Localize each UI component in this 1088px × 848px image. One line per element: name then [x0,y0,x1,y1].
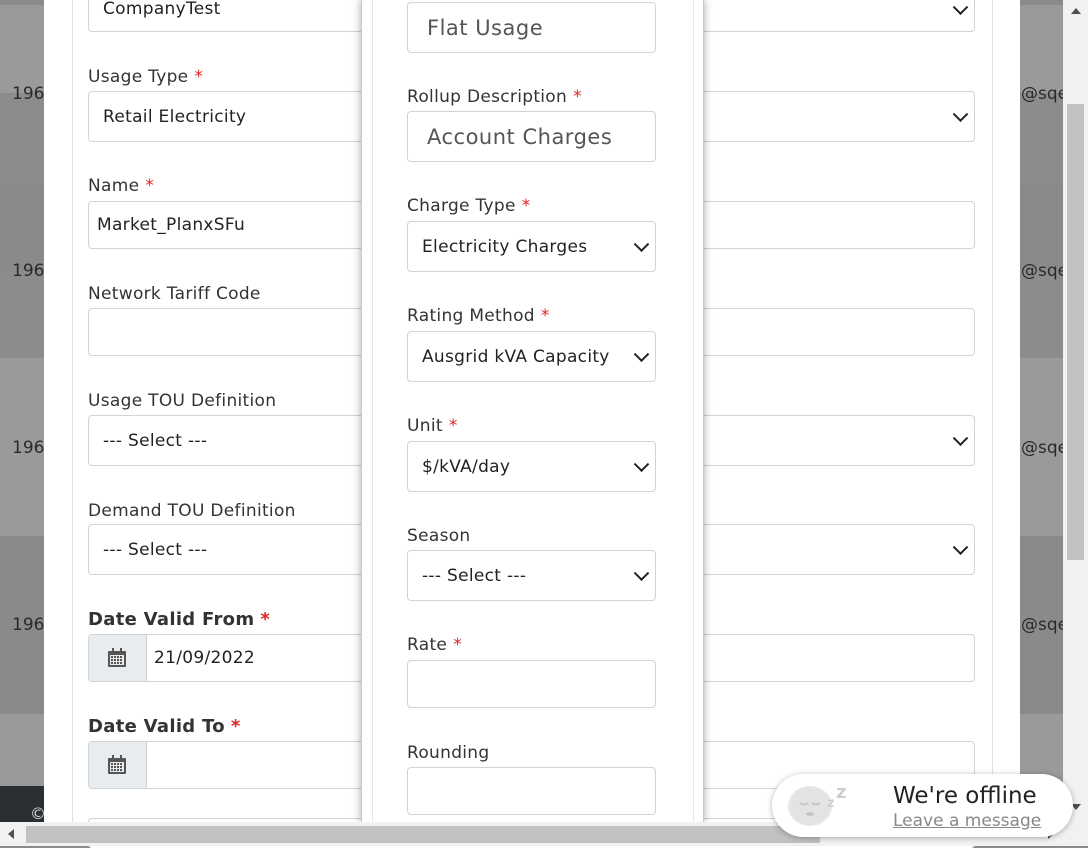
date-to-calendar-button[interactable] [89,742,147,788]
charge-modal: Flat Usage Rollup Description * Account C… [361,0,704,822]
required-marker: * [448,416,458,436]
date-to-label-text: Date Valid To [88,716,225,737]
rollup-description-value: Account Charges [427,124,613,149]
rating-method-label-text: Rating Method [407,306,535,326]
sleeping-face-icon [788,786,832,826]
demand-tou-value: --- Select --- [103,539,208,560]
rate-label: Rate * [407,635,462,655]
required-marker: * [453,635,462,655]
calendar-icon [108,755,126,774]
chevron-down-icon [633,345,650,362]
leave-message-link[interactable]: Leave a message [893,811,1041,831]
row-id-text: 196 [12,615,45,635]
required-marker: * [540,306,550,326]
season-label: Season [407,526,471,546]
chat-status-title: We're offline [893,783,1037,809]
required-marker: * [573,87,582,107]
name-label-text: Name [88,176,140,196]
charge-type-value: Electricity Charges [422,236,588,257]
row-id-text: 196 [12,84,45,104]
vertical-scrollbar-thumb[interactable] [1067,104,1084,560]
zz-icon: z [827,796,835,811]
unit-select[interactable]: $/kVA/day [407,441,656,492]
rate-input[interactable] [407,660,656,708]
scroll-up-arrow-icon[interactable] [1071,8,1081,14]
rollup-label-text: Rollup Description [407,87,568,107]
date-from-value: 21/09/2022 [154,648,255,668]
season-select[interactable]: --- Select --- [407,550,656,601]
zz-icon: z [836,782,847,803]
chevron-down-icon [633,455,650,472]
date-from-label-text: Date Valid From [88,609,255,630]
row-email-text: @sqe [1021,261,1063,281]
date-from-calendar-button[interactable] [89,635,147,681]
row-id-text: 196 [12,438,45,458]
chevron-down-icon [952,0,969,15]
rate-label-text: Rate [407,635,448,655]
flat-usage-value: Flat Usage [427,15,544,40]
usage-tou-label: Usage TOU Definition [88,391,276,411]
season-label-text: Season [407,526,471,546]
chevron-down-icon [952,105,969,122]
name-label: Name * [88,176,154,196]
rating-method-label: Rating Method * [407,306,550,326]
chevron-down-icon [952,538,969,555]
required-marker: * [145,176,155,196]
date-from-label: Date Valid From * [88,609,270,630]
chevron-down-icon [952,429,969,446]
charge-type-select[interactable]: Electricity Charges [407,221,656,272]
demand-tou-label: Demand TOU Definition [88,501,296,521]
usage-tou-value: --- Select --- [103,430,208,451]
required-marker: * [230,716,241,737]
season-value: --- Select --- [422,565,527,586]
chevron-down-icon [633,235,650,252]
sleeping-face-graphic [791,787,829,825]
rounding-label: Rounding [407,743,489,763]
name-input-value: Market_PlanxSFu [97,215,246,235]
required-marker: * [194,67,204,87]
unit-label-text: Unit [407,416,443,436]
calendar-icon [108,648,126,667]
charge-type-label: Charge Type * [407,196,531,216]
demand-tou-label-text: Demand TOU Definition [88,501,296,521]
charge-type-label-text: Charge Type [407,196,516,216]
chevron-down-icon [633,564,650,581]
unit-label: Unit * [407,416,458,436]
required-marker: * [521,196,531,216]
rating-method-value: Ausgrid kVA Capacity [422,346,610,367]
rollup-description-label: Rollup Description * [407,87,582,107]
row-email-text: @sqe [1021,84,1063,104]
unit-value: $/kVA/day [422,456,511,477]
scroll-left-arrow-icon[interactable] [8,829,14,839]
required-marker: * [260,609,271,630]
horizontal-scrollbar-thumb[interactable] [26,826,820,843]
usage-type-label: Usage Type * [88,67,203,87]
usage-type-label-text: Usage Type [88,67,189,87]
network-tariff-label-text: Network Tariff Code [88,284,261,304]
page-footer: © [0,786,46,822]
rounding-label-text: Rounding [407,743,490,763]
row-email-text: @sqe [1021,615,1063,635]
rounding-input[interactable] [407,767,656,815]
rollup-description-field[interactable]: Account Charges [407,111,656,162]
rating-method-select[interactable]: Ausgrid kVA Capacity [407,331,656,382]
usage-type-value: Retail Electricity [103,106,247,127]
company-select-value: CompanyTest [103,0,221,19]
flat-usage-field[interactable]: Flat Usage [407,2,656,53]
network-tariff-label: Network Tariff Code [88,284,261,304]
date-to-label: Date Valid To * [88,716,241,737]
usage-tou-label-text: Usage TOU Definition [88,391,277,411]
row-id-text: 196 [12,261,45,281]
row-email-text: @sqe [1021,438,1063,458]
chat-widget[interactable]: z z We're offline Leave a message [772,774,1073,837]
